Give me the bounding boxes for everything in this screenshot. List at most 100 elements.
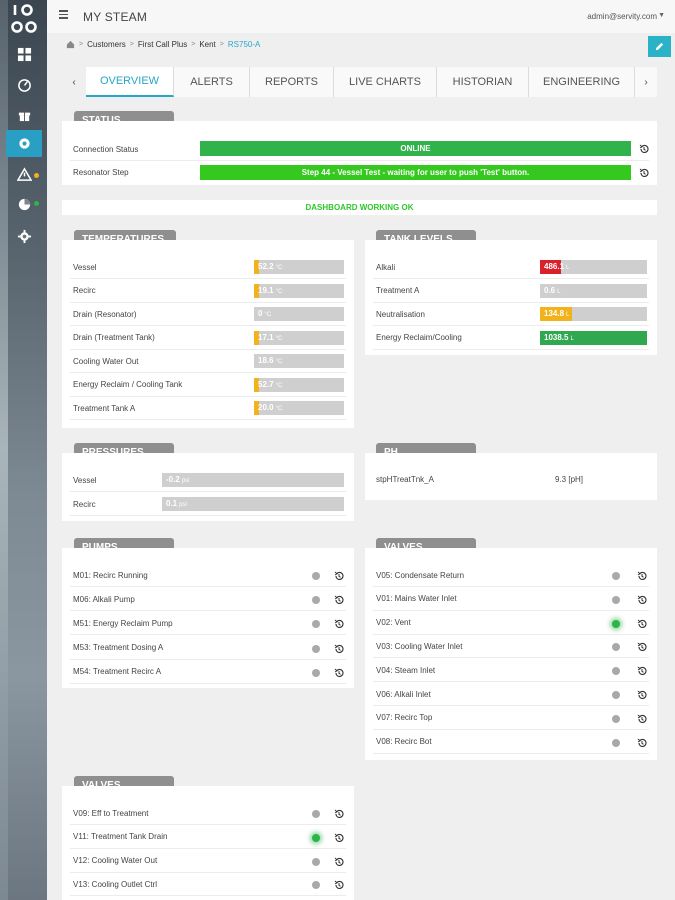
tab-overview[interactable]: OVERVIEW — [86, 67, 174, 97]
pressures-panel: Vessel -0.2 psi Recirc 0.1 psi — [62, 453, 354, 521]
gauge-unit: °C — [275, 359, 283, 365]
history-icon[interactable] — [639, 168, 649, 178]
gauge-value: 486.1 L — [544, 260, 569, 275]
io-row: M06: Alkali Pump — [70, 588, 346, 612]
gauge-number: 0 — [258, 309, 263, 318]
settings-cog-icon[interactable] — [6, 130, 42, 157]
io-label: V02: Vent — [376, 618, 411, 628]
gauge-icon[interactable] — [9, 72, 39, 96]
home-icon[interactable] — [66, 40, 75, 49]
breadcrumb-separator: > — [191, 41, 196, 48]
gauge-value: 52.2 °C — [258, 260, 282, 275]
history-icon[interactable] — [334, 857, 344, 867]
history-icon[interactable] — [637, 619, 647, 629]
gauge-number: 0.6 — [544, 285, 556, 295]
status-led — [312, 833, 320, 842]
history-icon[interactable] — [334, 809, 344, 819]
chevron-right-icon[interactable]: › — [635, 67, 657, 97]
history-icon[interactable] — [637, 690, 647, 700]
sidebar — [0, 0, 47, 900]
tab-historian[interactable]: HISTORIAN — [437, 67, 529, 97]
gauge-unit: °C — [275, 382, 283, 389]
status-led — [312, 810, 320, 818]
gauge-unit: psi — [181, 478, 190, 484]
io-label: M51: Energy Reclaim Pump — [73, 618, 173, 628]
valves-panel: V05: Condensate Return V01: Mains Water I… — [365, 548, 657, 760]
gauge-unit: L — [566, 312, 570, 318]
io-row: V07: Recirc Top — [373, 707, 649, 730]
breadcrumb-separator: > — [79, 41, 84, 48]
menu-icon[interactable] — [59, 10, 68, 19]
gauge-unit: °C — [275, 335, 283, 342]
gauge-number: 17.1 — [258, 332, 274, 342]
io-label: M06: Alkali Pump — [73, 594, 135, 604]
history-icon[interactable] — [637, 666, 647, 676]
gauge-bar: 0.1 psi — [162, 497, 344, 511]
resonator-step-value: Step 44 - Vessel Test - waiting for user… — [200, 165, 631, 180]
gauge-unit: °C — [275, 288, 283, 295]
history-icon[interactable] — [334, 880, 344, 890]
io-row: V11: Treatment Tank Drain — [70, 826, 346, 849]
io-label: V13: Cooling Outlet Ctrl — [73, 879, 158, 889]
breadcrumb-customers[interactable]: Customers — [87, 40, 126, 49]
history-icon[interactable] — [637, 595, 647, 605]
io-row: V08: Recirc Bot — [373, 731, 649, 754]
history-icon[interactable] — [334, 833, 344, 843]
edit-button[interactable] — [648, 36, 671, 57]
history-icon[interactable] — [637, 642, 647, 652]
gear-icon[interactable] — [9, 224, 39, 248]
history-icon[interactable] — [639, 144, 649, 154]
chevron-left-icon[interactable]: ‹ — [62, 67, 86, 97]
grid-icon[interactable] — [9, 42, 39, 66]
io-row: V03: Cooling Water Inlet — [373, 635, 649, 659]
gauge-number: 52.2 — [258, 262, 274, 271]
gauge-number: 134.8 — [544, 309, 565, 318]
history-icon[interactable] — [637, 571, 647, 581]
user-menu[interactable]: admin@servity.com — [587, 12, 657, 21]
gauge-number: 18.6 — [258, 356, 274, 365]
gauge-value: 134.8 L — [544, 307, 569, 322]
tab-reports[interactable]: REPORTS — [250, 67, 334, 97]
gauge-value: 17.1 °C — [258, 331, 282, 346]
history-icon[interactable] — [334, 619, 344, 629]
gauge-bar: 17.1 °C — [254, 330, 344, 346]
breadcrumb-site[interactable]: Kent — [199, 40, 215, 49]
tab-bar: ‹ OVERVIEW ALERTS REPORTS LIVE CHARTS HI… — [62, 67, 657, 97]
breadcrumb-company[interactable]: First Call Plus — [138, 40, 187, 49]
history-icon[interactable] — [637, 738, 647, 748]
tab-alerts[interactable]: ALERTS — [174, 67, 250, 97]
gauge-bar: 0.6 L — [540, 283, 647, 298]
gauge-label: Drain (Resonator) — [73, 309, 137, 319]
io-label: M53: Treatment Dosing A — [73, 643, 164, 653]
gauge-value: 0.1 psi — [166, 497, 187, 512]
io-row: V09: Eff to Treatment — [70, 802, 346, 825]
history-icon[interactable] — [334, 668, 344, 678]
tab-live-charts[interactable]: LIVE CHARTS — [334, 67, 437, 97]
gauge-unit: °C — [264, 312, 272, 318]
io-row: V04: Steam Inlet — [373, 659, 649, 683]
gauge-bar: 0 °C — [254, 307, 344, 321]
gauge-bar: -0.2 psi — [162, 473, 344, 487]
tab-engineering[interactable]: ENGINEERING — [529, 67, 635, 97]
status-panel: Connection Status ONLINE Resonator Step … — [62, 121, 657, 185]
gauge-bar: 19.1 °C — [254, 283, 344, 298]
history-icon[interactable] — [334, 595, 344, 605]
history-icon[interactable] — [334, 571, 344, 581]
gauge-label: Energy Reclaim / Cooling Tank — [73, 380, 183, 389]
status-led — [612, 691, 620, 699]
status-led — [312, 572, 320, 580]
gauge-unit: psi — [179, 502, 187, 508]
status-led — [312, 644, 320, 653]
gauge-unit: °C — [275, 406, 283, 412]
history-icon[interactable] — [637, 714, 647, 724]
temperatures-panel: Vessel 52.2 °C Recirc 19.1 °C Drain (Resonator… — [62, 240, 354, 428]
chevron-down-icon[interactable]: ▼ — [658, 12, 665, 19]
io-label: M01: Recirc Running — [73, 570, 148, 580]
tank-levels-panel: Alkali 486.1 L Treatment A 0.6 L Neutralisatio… — [365, 240, 657, 355]
io-row: V02: Vent — [373, 612, 649, 635]
gift-icon[interactable] — [9, 102, 39, 126]
logo-icon — [11, 4, 37, 33]
history-icon[interactable] — [334, 644, 344, 654]
gauge-number: 1038.5 — [544, 332, 569, 342]
gauge-label: Treatment Tank A — [73, 403, 136, 413]
